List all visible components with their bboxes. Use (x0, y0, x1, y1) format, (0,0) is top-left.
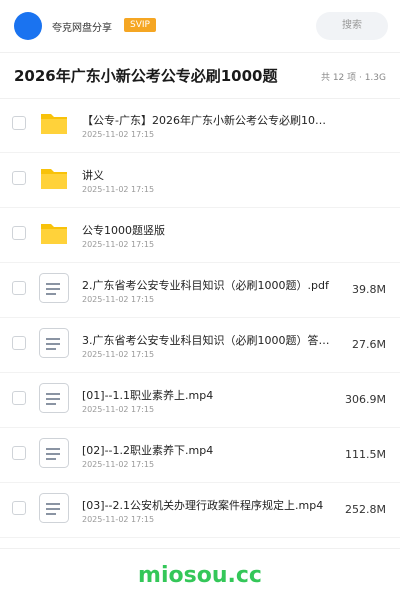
file-name[interactable]: 3.广东省考公安专业科目知识（必刷1000题）答案解析.pdf (82, 332, 332, 348)
file-row[interactable]: [03]--2.1公安机关办理行政案件程序规定上.mp4 2025-11-02 1… (0, 483, 400, 538)
document-icon (38, 382, 70, 414)
document-icon (38, 437, 70, 469)
site-name: 夸克网盘分享 (52, 23, 112, 34)
folder-icon (38, 217, 70, 249)
file-row[interactable]: 【公专-广东】2026年广东小新公考公专必刷1000题... 2025-11-02… (0, 98, 400, 153)
select-checkbox[interactable] (12, 226, 26, 240)
file-row[interactable]: [01]--1.1职业素养上.mp4 2025-11-02 17:15 306.9M (0, 373, 400, 428)
select-checkbox[interactable] (12, 336, 26, 350)
file-size: 111.5M (345, 448, 386, 461)
document-icon (38, 492, 70, 524)
select-checkbox[interactable] (12, 281, 26, 295)
select-checkbox[interactable] (12, 501, 26, 515)
file-date: 2025-11-02 17:15 (82, 350, 155, 359)
file-date: 2025-11-02 17:15 (82, 295, 155, 304)
avatar[interactable] (14, 12, 42, 40)
file-row[interactable]: 3.广东省考公安专业科目知识（必刷1000题）答案解析.pdf 2025-11-0… (0, 318, 400, 373)
file-name[interactable]: [01]--1.1职业素养上.mp4 (82, 387, 332, 403)
document-icon (38, 327, 70, 359)
file-size: 27.6M (352, 338, 386, 351)
file-name[interactable]: 讲义 (82, 167, 332, 183)
file-date: 2025-11-02 17:15 (82, 405, 155, 414)
select-checkbox[interactable] (12, 171, 26, 185)
select-checkbox[interactable] (12, 391, 26, 405)
select-checkbox[interactable] (12, 446, 26, 460)
file-name[interactable]: [03]--2.1公安机关办理行政案件程序规定上.mp4 (82, 497, 332, 513)
document-icon (38, 272, 70, 304)
header-bar: 夸克网盘分享 SVIP 搜索 (0, 0, 400, 53)
file-list: 【公专-广东】2026年广东小新公考公专必刷1000题... 2025-11-02… (0, 98, 400, 538)
file-date: 2025-11-02 17:15 (82, 515, 155, 524)
folder-icon (38, 107, 70, 139)
file-row[interactable]: 2.广东省考公安专业科目知识（必刷1000题）.pdf 2025-11-02 17… (0, 263, 400, 318)
search-input[interactable]: 搜索 (316, 12, 388, 40)
file-size: 306.9M (345, 393, 386, 406)
file-name[interactable]: 【公专-广东】2026年广东小新公考公专必刷1000题... (82, 112, 332, 128)
svip-badge: SVIP (124, 18, 156, 32)
file-date: 2025-11-02 17:15 (82, 130, 155, 139)
file-name[interactable]: 公专1000题竖版 (82, 222, 332, 238)
page-title: 2026年广东小新公考公专必刷1000题 (14, 67, 278, 85)
file-size: 252.8M (345, 503, 386, 516)
file-name[interactable]: 2.广东省考公安专业科目知识（必刷1000题）.pdf (82, 277, 332, 293)
file-date: 2025-11-02 17:15 (82, 460, 155, 469)
file-row[interactable]: [02]--1.2职业素养下.mp4 2025-11-02 17:15 111.5M (0, 428, 400, 483)
file-size: 39.8M (352, 283, 386, 296)
file-name[interactable]: [02]--1.2职业素养下.mp4 (82, 442, 332, 458)
folder-icon (38, 162, 70, 194)
file-row[interactable]: 讲义 2025-11-02 17:15 (0, 153, 400, 208)
select-checkbox[interactable] (12, 116, 26, 130)
file-date: 2025-11-02 17:15 (82, 240, 155, 249)
title-row: 2026年广东小新公考公专必刷1000题 共 12 项 · 1.3G (0, 52, 400, 99)
watermark: miosou.cc (138, 563, 262, 588)
share-meta: 共 12 项 · 1.3G (320, 73, 386, 83)
footer: miosou.cc (0, 548, 400, 601)
file-date: 2025-11-02 17:15 (82, 185, 155, 194)
file-row[interactable]: 公专1000题竖版 2025-11-02 17:15 (0, 208, 400, 263)
